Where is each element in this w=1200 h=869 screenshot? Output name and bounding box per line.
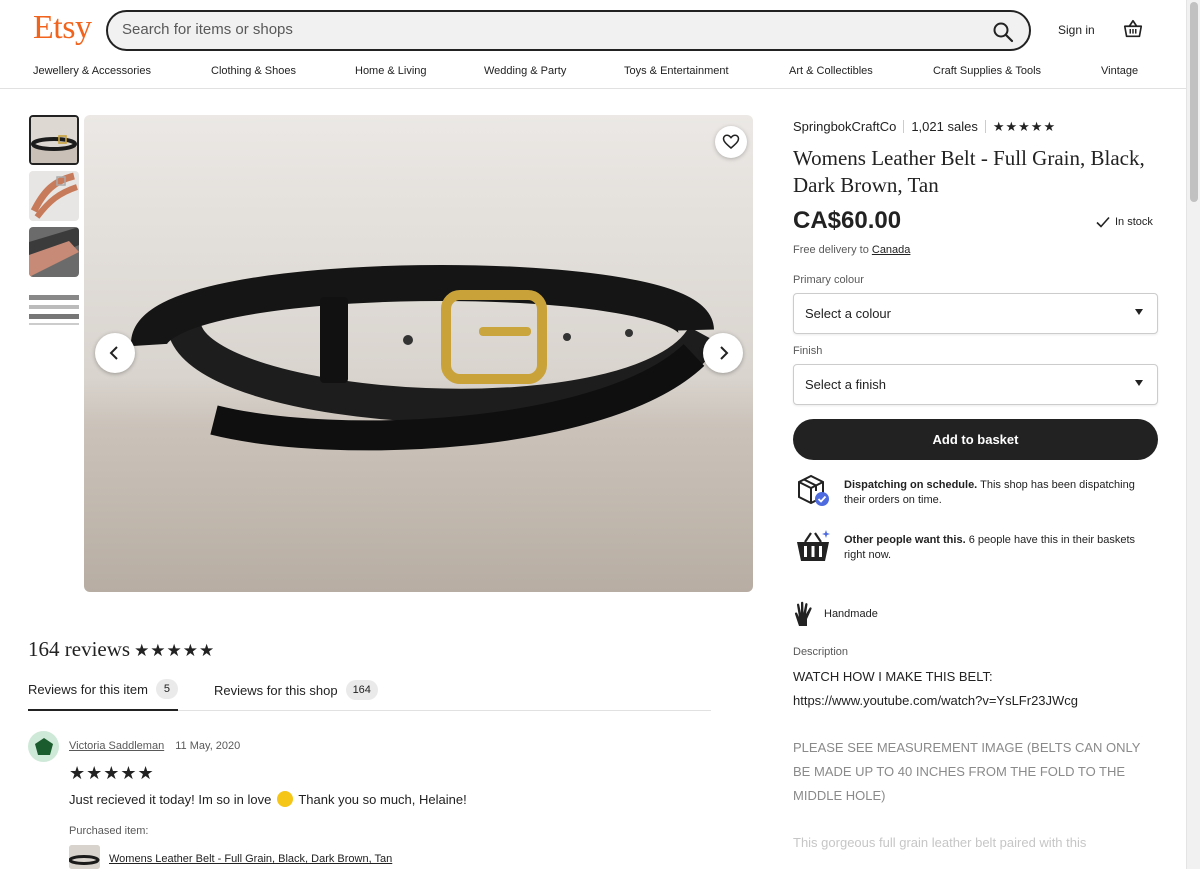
- dispatch-info: Dispatching on schedule. This shop has b…: [844, 478, 1154, 508]
- shop-rating-stars[interactable]: ★★★★★: [993, 119, 1056, 134]
- search-bar[interactable]: [106, 10, 1031, 51]
- description-line-4: This gorgeous full grain leather belt pa…: [793, 835, 1087, 850]
- scrollbar-thumb[interactable]: [1190, 2, 1198, 202]
- previous-image-button[interactable]: [95, 333, 135, 373]
- dropdown-caret-icon: [1135, 309, 1143, 315]
- sales-count: 1,021 sales: [911, 119, 978, 134]
- hand-icon: [794, 601, 812, 626]
- nav-item-wedding[interactable]: Wedding & Party: [484, 65, 566, 77]
- nav-item-vintage[interactable]: Vintage: [1101, 65, 1138, 77]
- purchased-item-link[interactable]: Womens Leather Belt - Full Grain, Black,…: [109, 853, 392, 865]
- reviews-heading: 164 reviews ★★★★★: [28, 637, 215, 662]
- nav-item-craft[interactable]: Craft Supplies & Tools: [933, 65, 1041, 77]
- check-icon: [1096, 216, 1110, 228]
- product-image: [84, 115, 753, 592]
- finish-label: Finish: [793, 345, 823, 357]
- search-icon[interactable]: [991, 20, 1015, 44]
- avatar[interactable]: [28, 731, 59, 762]
- delivery-info: Free delivery to Canada: [793, 244, 910, 256]
- sign-in-link[interactable]: Sign in: [1058, 23, 1095, 37]
- search-input[interactable]: [122, 21, 962, 38]
- page-scrollbar[interactable]: [1186, 0, 1200, 869]
- reviews-count: 164 reviews: [28, 637, 131, 661]
- finish-select[interactable]: Select a finish: [793, 364, 1158, 405]
- purchased-label: Purchased item:: [69, 825, 149, 837]
- handmade-label: Handmade: [824, 608, 878, 620]
- category-nav: Jewellery & Accessories Clothing & Shoes…: [0, 61, 1186, 89]
- primary-colour-select[interactable]: Select a colour: [793, 293, 1158, 334]
- review-date: 11 May, 2020: [175, 740, 241, 752]
- dispatch-title: Dispatching on schedule.: [844, 479, 978, 491]
- thumbnail-4[interactable]: [29, 283, 79, 333]
- reviewer-name-link[interactable]: Victoria Saddleman: [69, 740, 164, 752]
- add-to-basket-button[interactable]: Add to basket: [793, 419, 1158, 460]
- thumbnail-3[interactable]: [29, 227, 79, 277]
- nav-item-clothing[interactable]: Clothing & Shoes: [211, 65, 296, 77]
- shopping-basket-icon: [797, 530, 830, 561]
- primary-colour-value: Select a colour: [805, 306, 891, 321]
- heart-icon: [722, 134, 740, 149]
- tab-reviews-item[interactable]: Reviews for this item 5: [28, 678, 178, 711]
- favorite-button[interactable]: [715, 126, 747, 158]
- thumbnail-2[interactable]: [29, 171, 79, 221]
- demand-info: Other people want this. 6 people have th…: [844, 533, 1154, 563]
- reviews-stars: ★★★★★: [134, 641, 216, 661]
- next-image-button[interactable]: [703, 333, 743, 373]
- chevron-left-icon: [109, 346, 118, 360]
- demand-title: Other people want this.: [844, 534, 966, 546]
- tab-reviews-shop-label: Reviews for this shop: [214, 682, 338, 698]
- finish-value: Select a finish: [805, 377, 886, 392]
- listing-title: Womens Leather Belt - Full Grain, Black,…: [793, 146, 1145, 197]
- primary-colour-label: Primary colour: [793, 274, 864, 286]
- delivery-country-link[interactable]: Canada: [872, 244, 911, 256]
- basket-icon[interactable]: [1122, 18, 1144, 40]
- shop-name-link[interactable]: SpringbokCraftCo: [793, 119, 896, 134]
- description-label: Description: [793, 646, 849, 658]
- review-text-after: Thank you so much, Helaine!: [298, 792, 467, 807]
- reviews-tabs: Reviews for this item 5 Reviews for this…: [28, 676, 711, 711]
- chevron-right-icon: [720, 346, 729, 360]
- box-check-icon: [798, 474, 829, 506]
- tab-reviews-shop-count: 164: [345, 680, 378, 700]
- tab-reviews-shop[interactable]: Reviews for this shop 164: [214, 678, 378, 702]
- thumbnail-1[interactable]: [29, 115, 79, 165]
- nav-item-home[interactable]: Home & Living: [355, 65, 427, 77]
- etsy-logo[interactable]: Etsy: [33, 9, 92, 47]
- stock-status: In stock: [1096, 215, 1153, 229]
- delivery-prefix: Free delivery to: [793, 244, 869, 256]
- description-line-1: WATCH HOW I MAKE THIS BELT:: [793, 669, 993, 684]
- nav-item-jewellery[interactable]: Jewellery & Accessories: [33, 65, 151, 77]
- description-line-3: PLEASE SEE MEASUREMENT IMAGE (BELTS CAN …: [793, 740, 1141, 803]
- purchased-item-thumbnail[interactable]: [69, 845, 100, 869]
- review-stars: ★★★★★: [69, 763, 155, 784]
- hugging-emoji-icon: [276, 791, 293, 807]
- shop-info: SpringbokCraftCo 1,021 sales ★★★★★: [793, 119, 1056, 135]
- review-text-before: Just recieved it today! Im so in love: [69, 792, 272, 807]
- tab-reviews-item-label: Reviews for this item: [28, 681, 148, 697]
- nav-item-art[interactable]: Art & Collectibles: [789, 65, 873, 77]
- dropdown-caret-icon: [1135, 380, 1143, 386]
- price: CA$60.00: [793, 207, 902, 234]
- nav-item-toys[interactable]: Toys & Entertainment: [624, 65, 729, 77]
- reviewer-info: Victoria Saddleman 11 May, 2020: [69, 740, 240, 752]
- tab-reviews-item-count: 5: [155, 679, 178, 699]
- description-link[interactable]: https://www.youtube.com/watch?v=YsLFr23J…: [793, 689, 1153, 713]
- review-text: Just recieved it today! Im so in love Th…: [69, 791, 467, 807]
- stock-label: In stock: [1115, 216, 1153, 228]
